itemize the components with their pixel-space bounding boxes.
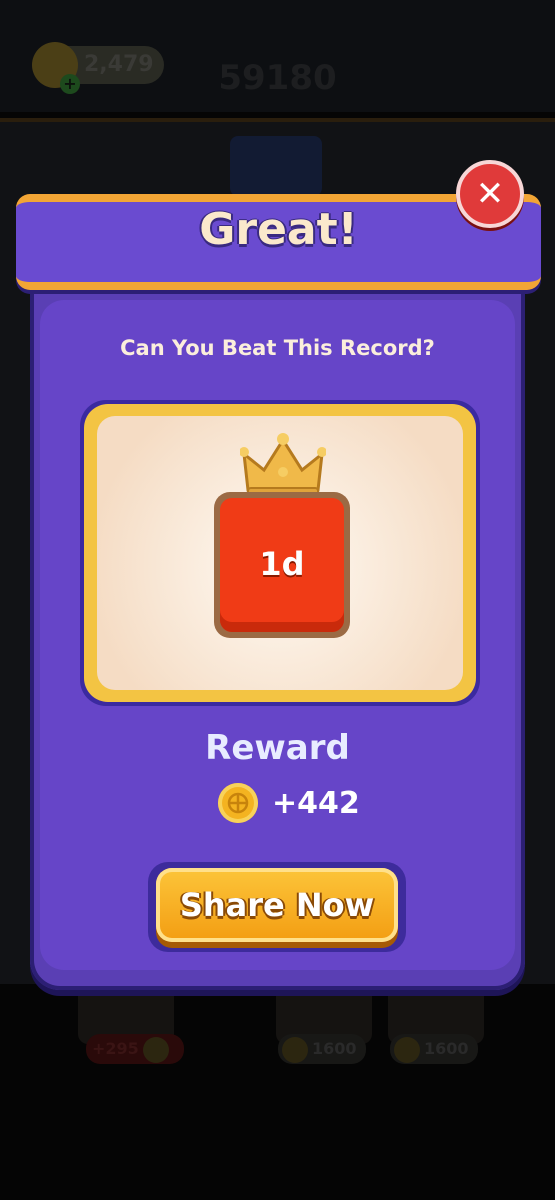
record-tile-label: 1d (259, 545, 305, 583)
close-icon: ✕ (475, 174, 505, 214)
coin-icon (218, 783, 258, 823)
booster-price-2[interactable]: 1600 (278, 1034, 366, 1064)
coin-icon (394, 1036, 420, 1063)
coin-icon (142, 1036, 169, 1063)
coin-emblem-icon (227, 792, 249, 814)
dialog-subtitle: Can You Beat This Record? (120, 336, 435, 360)
booster-price-3[interactable]: 1600 (390, 1034, 478, 1064)
booster-price-1[interactable]: +295 (86, 1034, 184, 1064)
share-now-button[interactable]: Share Now (156, 868, 398, 942)
share-now-label: Share Now (179, 886, 375, 924)
score: 59180 (218, 58, 337, 98)
close-button[interactable]: ✕ (456, 160, 524, 228)
coin-icon (282, 1036, 308, 1063)
reward-title: Reward (205, 728, 350, 768)
reward-amount: +442 (272, 786, 360, 821)
